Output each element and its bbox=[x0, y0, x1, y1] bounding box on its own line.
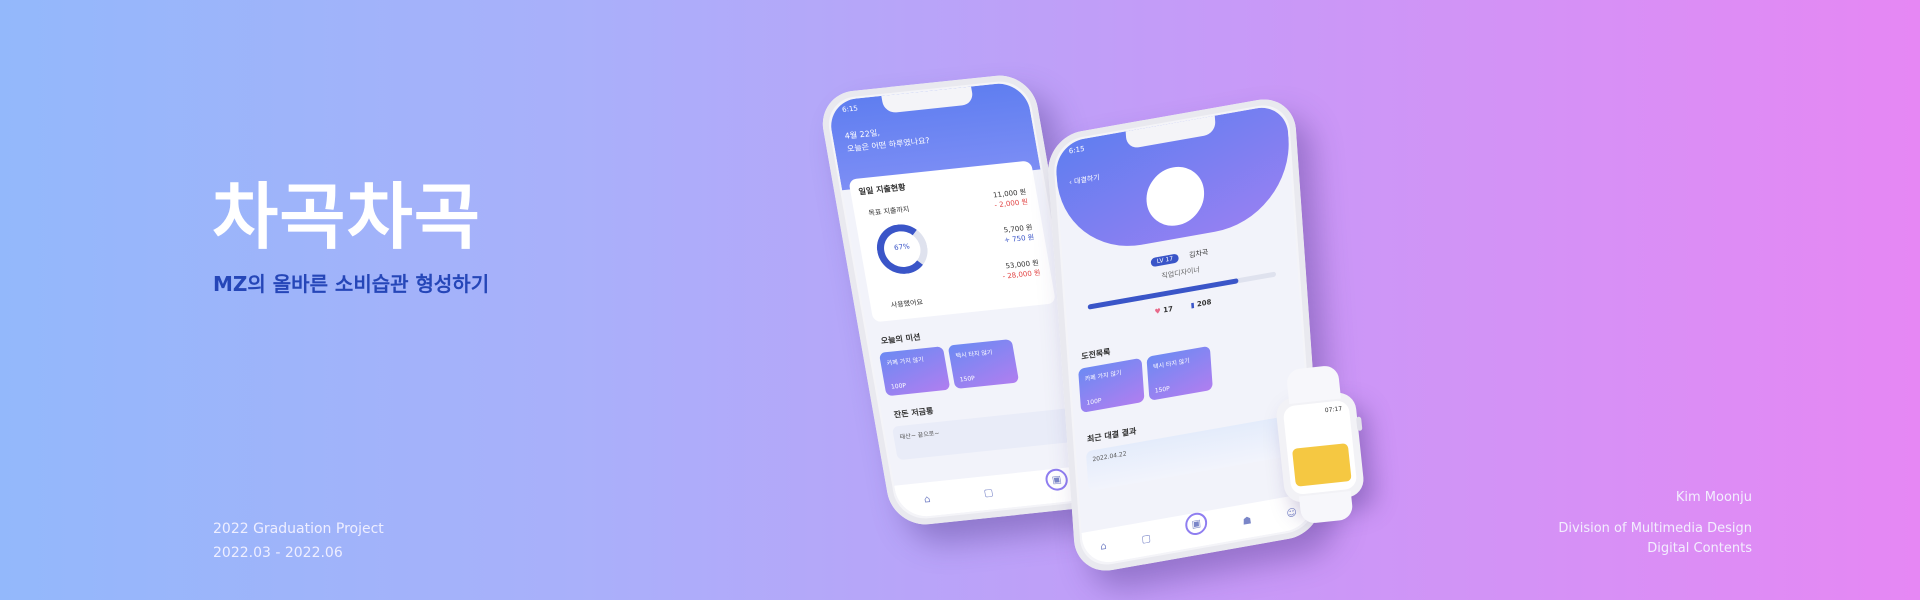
amount-3: 53,000 원 - 28,000 원 bbox=[1000, 258, 1041, 282]
battle-icon: ☗ bbox=[1242, 514, 1252, 528]
tab-wallet[interactable]: ▣ bbox=[1184, 510, 1209, 537]
author-info: Kim Moonju Division of Multimedia Design… bbox=[1558, 488, 1752, 559]
used-label: 사용했어요 bbox=[890, 298, 924, 310]
piggy-icon: ▢ bbox=[1141, 532, 1152, 546]
watch-crown bbox=[1356, 416, 1363, 431]
likes-count: 17 bbox=[1162, 304, 1174, 315]
watch-time: 07:17 bbox=[1324, 405, 1343, 415]
donut-percent: 67% bbox=[893, 242, 911, 252]
tab-home[interactable]: ⌂ bbox=[1100, 540, 1107, 552]
spending-card[interactable]: 일일 지출현황 목표 지출까지 67% 사용했어요 11,000 원 - 2,0… bbox=[848, 160, 1056, 323]
author-name: Kim Moonju bbox=[1675, 490, 1752, 505]
page-subtitle: MZ의 올바른 소비습관 형성하기 bbox=[213, 272, 490, 296]
phone-mockup-battle: 6:15 ‹ 대결하기 ☻ LV 17 김차곡 직업디자이너 ♥ 17 ▮ 20… bbox=[1045, 93, 1325, 577]
challenge-points: 150P bbox=[1154, 385, 1171, 395]
tab-piggy[interactable]: ▢ bbox=[983, 487, 994, 499]
watch-card[interactable] bbox=[1291, 443, 1352, 487]
spending-donut: 67% bbox=[872, 221, 932, 277]
project-period: 2022.03 - 2022.06 bbox=[213, 545, 343, 561]
phone-screen-battle: 6:15 ‹ 대결하기 ☻ LV 17 김차곡 직업디자이너 ♥ 17 ▮ 20… bbox=[1054, 103, 1316, 567]
tab-home[interactable]: ⌂ bbox=[923, 494, 931, 505]
score-stat: ▮ 208 bbox=[1190, 298, 1211, 310]
watch-band-top bbox=[1285, 364, 1341, 404]
mission-label: 택시 타지 않기 bbox=[955, 349, 994, 360]
tab-piggy[interactable]: ▢ bbox=[1141, 532, 1151, 545]
author-dept: Division of Multimedia Design bbox=[1558, 521, 1752, 536]
home-icon: ⌂ bbox=[1099, 540, 1107, 553]
profile-icon: ☺ bbox=[1286, 506, 1298, 520]
watch-mockup: 07:17 bbox=[1274, 364, 1366, 525]
piggy-icon: ▢ bbox=[982, 486, 995, 499]
wallet-icon: ▣ bbox=[1184, 510, 1209, 537]
tab-bar: ⌂ ▢ ▣ ☗ ☺ bbox=[1081, 492, 1316, 567]
likes-stat: ♥ 17 bbox=[1154, 305, 1173, 316]
challenge-card[interactable]: 카페 가지 않기 100P bbox=[1078, 357, 1145, 413]
mission-card[interactable]: 카페 가지 않기 100P bbox=[878, 346, 951, 397]
challenge-card[interactable]: 택시 타지 않기 150P bbox=[1146, 345, 1213, 401]
amount-1: 11,000 원 - 2,000 원 bbox=[992, 187, 1029, 210]
home-icon: ⌂ bbox=[922, 493, 932, 506]
tab-profile[interactable]: ☺ bbox=[1286, 507, 1297, 520]
mission-label: 카페 가지 않기 bbox=[886, 356, 925, 368]
tab-battle[interactable]: ☗ bbox=[1242, 515, 1252, 528]
project-name: 2022 Graduation Project bbox=[213, 521, 384, 537]
back-label: 대결하기 bbox=[1073, 173, 1100, 186]
wallet-icon: ▣ bbox=[1043, 467, 1070, 492]
challenge-label: 택시 타지 않기 bbox=[1152, 357, 1191, 371]
page-title: 차곡차곡 bbox=[212, 175, 481, 259]
user-name: 김차곡 bbox=[1188, 248, 1209, 260]
score-count: 208 bbox=[1196, 298, 1212, 309]
avatar: ☻ bbox=[1144, 162, 1207, 231]
challenge-points: 100P bbox=[1086, 397, 1102, 407]
mission-points: 150P bbox=[959, 374, 976, 384]
mission-points: 100P bbox=[890, 382, 907, 391]
project-info: 2022 Graduation Project 2022.03 - 2022.0… bbox=[213, 517, 384, 565]
tab-wallet[interactable]: ▣ bbox=[1043, 467, 1070, 492]
author-major: Digital Contents bbox=[1647, 541, 1752, 556]
watch-band-bottom bbox=[1299, 491, 1354, 525]
tab-bar: ⌂ ▢ ▣ bbox=[894, 464, 1099, 520]
heart-icon: ♥ bbox=[1154, 306, 1162, 317]
challenge-label: 카페 가지 않기 bbox=[1084, 369, 1122, 383]
mission-card[interactable]: 택시 타지 않기 150P bbox=[947, 338, 1020, 390]
level-badge: LV 17 bbox=[1150, 253, 1180, 268]
status-time: 6:15 bbox=[841, 104, 859, 114]
watch-face: 07:17 bbox=[1282, 399, 1358, 496]
amount-2-delta: + 750 원 bbox=[1003, 233, 1035, 245]
amount-2: 5,700 원 + 750 원 bbox=[1002, 223, 1036, 246]
back-icon[interactable]: ‹ bbox=[1069, 178, 1072, 186]
amount-1-delta: - 2,000 원 bbox=[993, 197, 1029, 210]
bars-icon: ▮ bbox=[1190, 301, 1195, 310]
